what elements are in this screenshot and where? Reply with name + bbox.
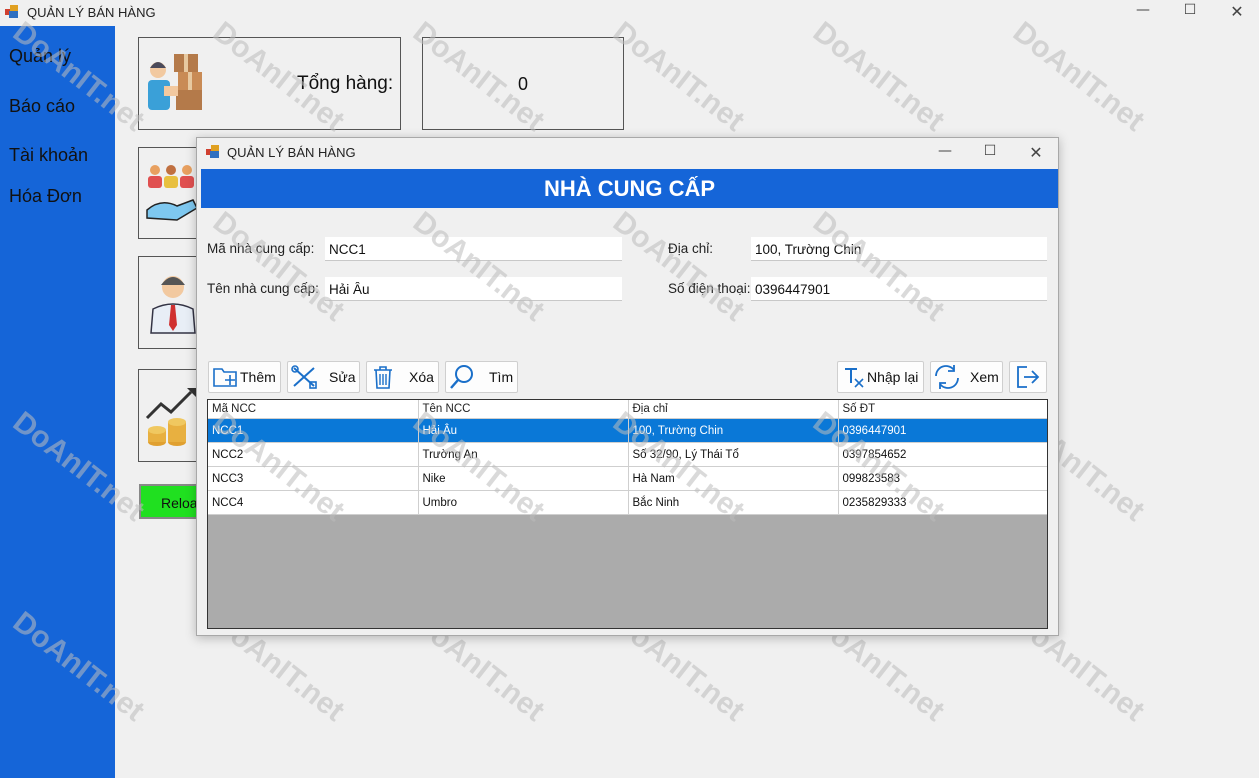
delete-button[interactable]: Xóa — [366, 361, 439, 393]
delivery-person-icon — [142, 50, 208, 121]
cell[interactable]: 099823583 — [838, 466, 1047, 491]
sidebar-item-quan-ly[interactable]: Quản lý — [9, 46, 71, 67]
cell[interactable]: Bắc Ninh — [628, 490, 839, 515]
total-products-panel: Tổng hàng: — [138, 37, 401, 130]
sidebar — [0, 26, 115, 778]
watermark: DoAnIT.net — [1006, 15, 1151, 138]
cell[interactable]: Umbro — [418, 490, 629, 515]
add-button[interactable]: Thêm — [208, 361, 281, 393]
cell[interactable]: Hà Nam — [628, 466, 839, 491]
dialog-close-icon[interactable]: ✕ — [1026, 143, 1046, 162]
column-header-ma-ncc[interactable]: Mã NCC — [208, 400, 419, 419]
search-button[interactable]: Tìm — [445, 361, 518, 393]
businessman-icon — [147, 269, 199, 340]
supplier-name-label: Tên nhà cung cấp: — [207, 281, 319, 296]
main-titlebar — [0, 0, 1259, 26]
delete-label: Xóa — [409, 369, 434, 385]
customers-icon — [143, 160, 199, 231]
cell[interactable]: 0396447901 — [838, 418, 1047, 443]
cell[interactable]: 100, Trường Chin — [628, 418, 839, 443]
clear-format-icon — [845, 368, 864, 388]
reset-button[interactable]: Nhập lại — [837, 361, 924, 393]
logout-icon — [1017, 366, 1040, 388]
supplier-code-label: Mã nhà cung cấp: — [207, 241, 315, 256]
table-row[interactable]: NCC3 Nike Hà Nam 099823583 — [208, 466, 1047, 491]
supplier-code-input[interactable] — [325, 237, 622, 261]
cell[interactable]: 0235829333 — [838, 490, 1047, 515]
view-button[interactable]: Xem — [930, 361, 1003, 393]
watermark: DoAnIT.net — [806, 15, 951, 138]
search-label: Tìm — [489, 369, 514, 385]
grid-header-row: Mã NCC Tên NCC Địa chỉ Số ĐT — [208, 400, 1047, 419]
search-icon — [450, 365, 473, 389]
add-folder-icon — [213, 368, 237, 387]
address-label: Địa chỉ: — [668, 241, 714, 256]
phone-label: Số điện thoại: — [668, 281, 751, 296]
edit-label: Sửa — [329, 369, 356, 385]
column-header-so-dt[interactable]: Số ĐT — [838, 400, 1047, 419]
sidebar-item-tai-khoan[interactable]: Tài khoản — [9, 145, 88, 166]
view-label: Xem — [970, 369, 999, 385]
close-icon[interactable]: ✕ — [1227, 2, 1247, 21]
address-input[interactable] — [751, 237, 1047, 261]
minimize-icon[interactable]: — — [1133, 2, 1153, 18]
cell[interactable]: Hải Âu — [418, 418, 629, 443]
dialog-app-icon — [206, 145, 220, 164]
column-header-ten-ncc[interactable]: Tên NCC — [418, 400, 629, 419]
supplier-name-input[interactable] — [325, 277, 622, 301]
total-products-value: 0 — [517, 74, 528, 94]
app-title: QUẢN LÝ BÁN HÀNG — [27, 5, 156, 20]
coins-chart-icon — [143, 386, 203, 453]
add-label: Thêm — [240, 369, 276, 385]
table-row[interactable]: NCC2 Trường An Số 32/90, Lý Thái Tổ 0397… — [208, 442, 1047, 467]
column-header-dia-chi[interactable]: Địa chỉ — [628, 400, 839, 419]
maximize-icon[interactable]: ☐ — [1180, 2, 1200, 18]
cell[interactable]: Số 32/90, Lý Thái Tổ — [628, 442, 839, 467]
table-row[interactable]: NCC4 Umbro Bắc Ninh 0235829333 — [208, 490, 1047, 515]
exit-button[interactable] — [1009, 361, 1047, 393]
cell[interactable]: NCC2 — [208, 442, 419, 467]
cell[interactable]: NCC1 — [208, 418, 419, 443]
tools-icon — [291, 365, 317, 389]
refresh-icon — [935, 365, 959, 389]
dialog-title: QUẢN LÝ BÁN HÀNG — [227, 145, 356, 160]
table-row[interactable]: NCC1 Hải Âu 100, Trường Chin 0396447901 — [208, 418, 1047, 443]
supplier-heading: NHÀ CUNG CẤP — [201, 169, 1058, 208]
sidebar-item-bao-cao[interactable]: Báo cáo — [9, 96, 75, 117]
phone-input[interactable] — [751, 277, 1047, 301]
dialog-minimize-icon[interactable]: — — [935, 143, 955, 159]
cell[interactable]: NCC4 — [208, 490, 419, 515]
sidebar-item-hoa-don[interactable]: Hóa Đơn — [9, 186, 82, 207]
total-products-label: Tổng hàng: — [297, 73, 394, 94]
edit-button[interactable]: Sửa — [287, 361, 360, 393]
trash-icon — [374, 366, 392, 389]
reset-label: Nhập lại — [867, 369, 919, 385]
dialog-maximize-icon[interactable]: ☐ — [980, 143, 1000, 159]
total-products-value-box: 0 — [422, 37, 624, 130]
cell[interactable]: 0397854652 — [838, 442, 1047, 467]
cell[interactable]: NCC3 — [208, 466, 419, 491]
app-icon — [5, 5, 19, 19]
supplier-grid[interactable]: Mã NCC Tên NCC Địa chỉ Số ĐT NCC1 Hải Âu… — [207, 399, 1048, 629]
watermark: DoAnIT.net — [606, 15, 751, 138]
cell[interactable]: Trường An — [418, 442, 629, 467]
cell[interactable]: Nike — [418, 466, 629, 491]
